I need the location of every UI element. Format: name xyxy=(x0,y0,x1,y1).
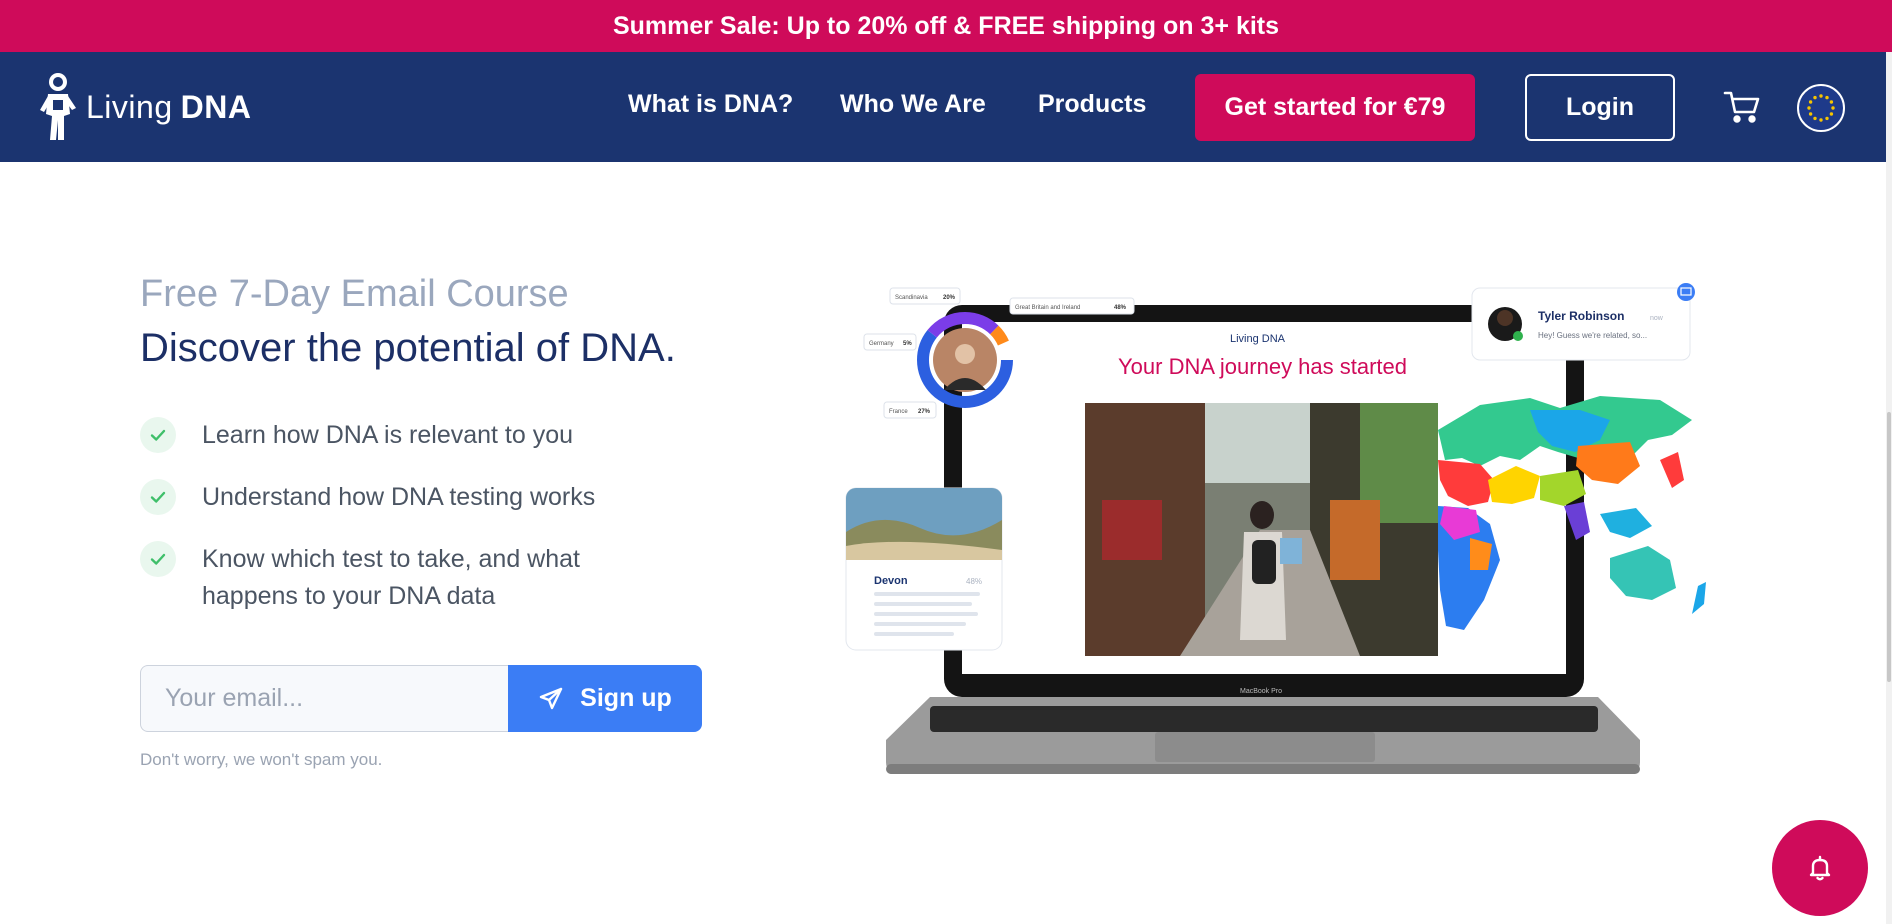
svg-text:Tyler Robinson: Tyler Robinson xyxy=(1538,309,1624,323)
logo-word-dna: DNA xyxy=(180,88,252,125)
course-kicker: Free 7-Day Email Course xyxy=(140,273,569,315)
svg-text:Scandinavia: Scandinavia xyxy=(895,295,928,301)
region-selector[interactable] xyxy=(1797,84,1845,132)
send-icon xyxy=(539,687,563,709)
page-headline: Discover the potential of DNA. xyxy=(140,326,676,370)
message-card: Tyler Robinson now Hey! Guess we're rela… xyxy=(1471,283,1695,361)
email-input[interactable] xyxy=(140,665,510,732)
ancestry-label: France 27% xyxy=(883,401,937,419)
hero-laptop-illustration: Living DNA Your DNA journey has started xyxy=(845,283,1706,774)
svg-text:27%: 27% xyxy=(918,409,931,415)
astronaut-logo-icon xyxy=(40,73,76,140)
living-dna-logo[interactable]: Living DNA xyxy=(36,70,251,144)
svg-text:Germany: Germany xyxy=(869,341,894,347)
nav-products[interactable]: Products xyxy=(1038,90,1146,119)
ancestry-label: Germany 5% xyxy=(863,333,917,351)
svg-text:now: now xyxy=(1650,315,1664,322)
laptop-model-label: MacBook Pro xyxy=(1240,688,1282,695)
screen-title: Your DNA journey has started xyxy=(1118,354,1407,379)
svg-text:5%: 5% xyxy=(903,341,912,347)
bell-icon xyxy=(1809,855,1831,881)
signup-button[interactable]: Sign up xyxy=(508,665,702,732)
nav-who-we-are[interactable]: Who We Are xyxy=(840,90,986,119)
laptop-trackpad xyxy=(1155,732,1375,762)
promo-banner[interactable]: Summer Sale: Up to 20% off & FREE shippi… xyxy=(0,0,1892,52)
checklist-item: Know which test to take, and what happen… xyxy=(140,541,622,615)
login-button[interactable]: Login xyxy=(1525,74,1675,141)
check-icon xyxy=(140,417,176,453)
top-nav: Living DNA What is DNA? Who We Are Produ… xyxy=(0,52,1886,162)
logo-word-living: Living xyxy=(86,88,173,125)
laptop-keyboard xyxy=(930,706,1598,732)
signup-label: Sign up xyxy=(580,684,672,712)
location-card: Devon 48% xyxy=(845,487,1003,651)
svg-text:France: France xyxy=(889,409,908,415)
check-icon xyxy=(140,541,176,577)
svg-text:48%: 48% xyxy=(1114,305,1127,311)
svg-text:48%: 48% xyxy=(966,577,982,586)
login-label: Login xyxy=(1565,93,1635,121)
get-started-button[interactable]: Get started for €79 xyxy=(1195,74,1475,141)
page-scrollbar[interactable] xyxy=(1886,52,1892,924)
checklist-item: Understand how DNA testing works xyxy=(140,479,595,516)
nav-what-is-dna[interactable]: What is DNA? xyxy=(628,90,793,119)
promo-banner-text: Summer Sale: Up to 20% off & FREE shippi… xyxy=(612,11,1280,40)
checklist-item: Learn how DNA is relevant to you xyxy=(140,417,573,454)
checklist-text: Understand how DNA testing works xyxy=(202,483,596,511)
ancestry-label: Great Britain and Ireland 48% xyxy=(1009,297,1135,315)
cart-icon[interactable] xyxy=(1722,88,1762,126)
screen-logo: Living DNA xyxy=(1230,333,1286,345)
svg-text:20%: 20% xyxy=(943,295,956,301)
notification-bell-button[interactable] xyxy=(1772,820,1868,916)
svg-text:Great Britain and Ireland: Great Britain and Ireland xyxy=(1015,305,1080,311)
svg-text:Devon: Devon xyxy=(874,575,908,587)
street-photo xyxy=(1085,403,1438,656)
eu-flag-icon xyxy=(1807,94,1835,122)
check-icon xyxy=(140,479,176,515)
ancestry-donut-chart xyxy=(917,312,1013,408)
checklist-text: Know which test to take, and what happen… xyxy=(202,545,580,610)
svg-text:Hey! Guess we're related, so..: Hey! Guess we're related, so... xyxy=(1538,331,1647,340)
ancestry-label: Scandinavia 20% xyxy=(889,287,961,305)
no-spam-note: Don't worry, we won't spam you. xyxy=(140,750,383,769)
checklist-text: Learn how DNA is relevant to you xyxy=(202,421,574,449)
get-started-label: Get started for €79 xyxy=(1224,93,1446,121)
scrollbar-thumb[interactable] xyxy=(1887,412,1891,682)
